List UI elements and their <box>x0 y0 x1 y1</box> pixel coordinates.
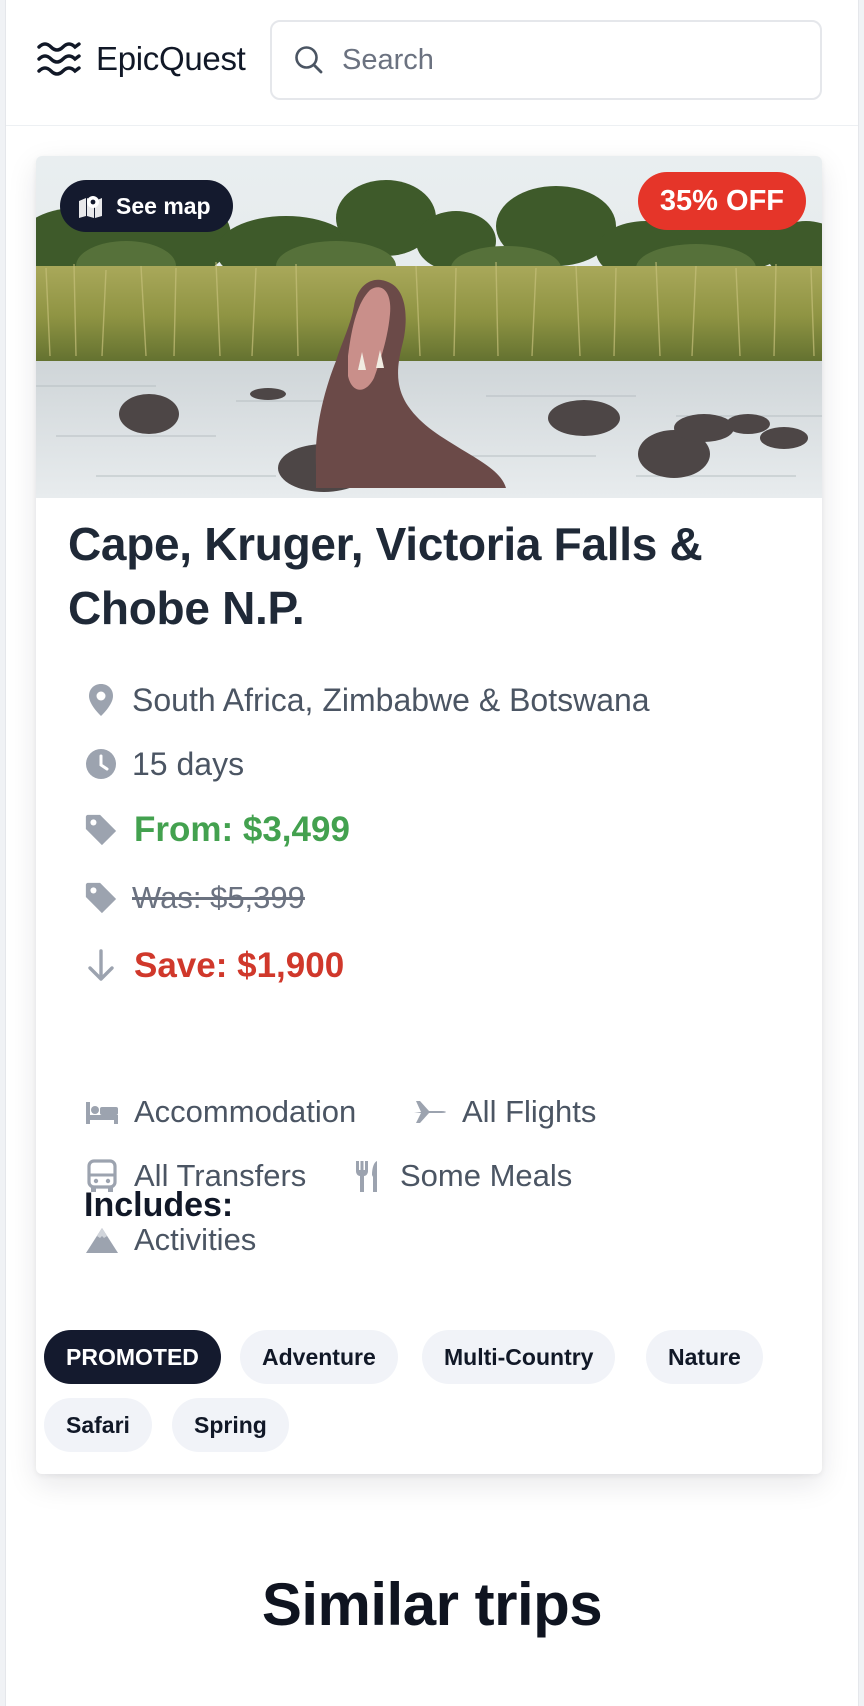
include-item: All Flights <box>412 1094 596 1130</box>
map-pin-icon <box>78 194 104 218</box>
include-label: Accommodation <box>134 1094 357 1129</box>
price-from-text: From: $3,499 <box>134 810 350 849</box>
bed-icon <box>84 1094 120 1130</box>
location-text: South Africa, Zimbabwe & Botswana <box>132 681 650 718</box>
tag-promoted[interactable]: PROMOTED <box>44 1330 221 1384</box>
logo[interactable]: EpicQuest <box>36 36 246 82</box>
utensils-icon <box>350 1158 386 1194</box>
see-map-button[interactable]: See map <box>60 180 233 232</box>
price-was-text: Was: $5,399 <box>132 880 305 915</box>
plane-icon <box>412 1094 448 1130</box>
right-page-edge <box>858 0 864 1706</box>
include-label: Some Meals <box>400 1158 573 1193</box>
waves-icon <box>36 36 82 82</box>
trip-savings: Save: $1,900 <box>84 946 344 986</box>
logo-text: EpicQuest <box>96 40 246 77</box>
discount-badge: 35% OFF <box>637 172 806 230</box>
include-label: All Transfers <box>134 1158 307 1193</box>
trip-photo-hippos: See map 35% OFF <box>36 156 822 498</box>
trip-title[interactable]: Cape, Kruger, Victoria Falls & Chobe N.P… <box>68 512 798 640</box>
trip-price-was: Was: $5,399 <box>84 878 305 918</box>
include-label: Activities <box>134 1222 257 1257</box>
savings-text: Save: $1,900 <box>134 946 345 985</box>
trip-duration: 15 days <box>84 744 244 784</box>
tag-adventure[interactable]: Adventure <box>240 1330 398 1384</box>
site-header: EpicQuest <box>6 0 858 126</box>
search-icon <box>292 43 326 77</box>
duration-text: 15 days <box>132 745 245 782</box>
tag-multi-country[interactable]: Multi-Country <box>422 1330 616 1384</box>
mountain-icon <box>84 1222 120 1258</box>
trip-card[interactable]: See map 35% OFF Cape, Kruger, Victoria F… <box>36 156 822 1474</box>
left-page-edge <box>0 0 6 1706</box>
include-item: Accommodation <box>84 1094 356 1130</box>
price-tag-icon <box>84 878 118 918</box>
arrow-down-icon <box>84 946 118 986</box>
include-label: All Flights <box>462 1094 597 1129</box>
price-tag-icon <box>84 810 118 850</box>
search-box[interactable] <box>270 20 822 100</box>
similar-trips-heading: Similar trips <box>261 1571 603 1638</box>
trip-price-from: From: $3,499 <box>84 810 350 850</box>
tag-spring[interactable]: Spring <box>172 1398 289 1452</box>
clock-icon <box>84 744 118 784</box>
see-map-label: See map <box>116 192 211 219</box>
include-item: All Transfers <box>84 1158 306 1194</box>
search-input[interactable] <box>342 43 802 77</box>
trip-location: South Africa, Zimbabwe & Botswana <box>84 680 650 720</box>
include-item: Some Meals <box>350 1158 572 1194</box>
bus-icon <box>84 1158 120 1194</box>
include-item: Activities <box>84 1222 256 1258</box>
map-marker-icon <box>84 680 118 720</box>
tag-safari[interactable]: Safari <box>44 1398 152 1452</box>
tag-nature[interactable]: Nature <box>646 1330 763 1384</box>
